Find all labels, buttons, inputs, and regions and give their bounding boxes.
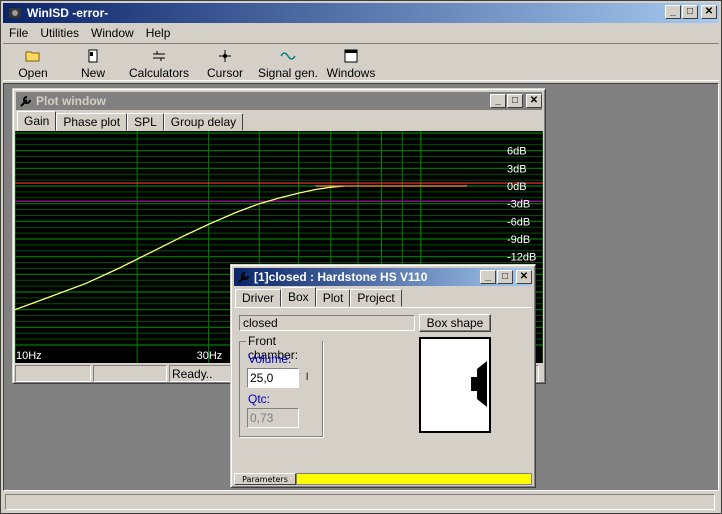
menu-window[interactable]: Window	[85, 26, 140, 40]
volume-input[interactable]: 25,0	[247, 368, 299, 388]
tab-box[interactable]: Box	[281, 287, 316, 307]
plot-tabs: Gain Phase plot SPL Group delay	[17, 111, 244, 131]
app-titlebar[interactable]: WinISD -error- _ □ ✕	[3, 3, 719, 23]
menubar: File Utilities Window Help	[3, 24, 176, 42]
app-title: WinISD -error-	[27, 6, 109, 20]
calculators-label: Calculators	[128, 66, 190, 80]
x-tick-label: 10Hz	[16, 350, 42, 362]
new-document-icon	[88, 49, 98, 63]
maximize-icon: □	[511, 95, 519, 106]
box-maximize-button[interactable]: □	[497, 270, 513, 284]
box-type-field[interactable]: closed	[239, 315, 415, 331]
open-button[interactable]: Open	[3, 44, 63, 80]
new-button[interactable]: New	[63, 44, 123, 80]
windows-button[interactable]: Windows	[321, 44, 381, 80]
tab-spl[interactable]: SPL	[127, 113, 164, 131]
wrench-icon	[238, 272, 249, 283]
box-shape-preview	[419, 337, 491, 433]
box-window: [1]closed : Hardstone HS V110 _ □ ✕ Driv…	[230, 264, 536, 488]
menu-help[interactable]: Help	[140, 26, 177, 40]
tab-plot[interactable]: Plot	[315, 289, 351, 307]
app-status-panel	[5, 494, 715, 510]
box-tabs: Driver Box Plot Project	[235, 287, 402, 307]
plot-maximize-button[interactable]: □	[507, 94, 523, 108]
x-tick-label: 30Hz	[197, 350, 223, 362]
y-tick-label: -3dB	[507, 199, 530, 211]
y-tick-label: -9dB	[507, 234, 530, 246]
plot-close-button[interactable]: ✕	[526, 94, 542, 108]
folder-icon	[25, 51, 40, 62]
signal-icon	[280, 52, 296, 60]
volume-label: Volume:	[248, 352, 292, 366]
maximize-icon: □	[501, 271, 509, 282]
windows-label: Windows	[326, 66, 376, 80]
box-close-button[interactable]: ✕	[516, 270, 532, 284]
signal-gen-button[interactable]: Signal gen.	[255, 44, 321, 80]
volume-unit: l	[306, 372, 309, 383]
tab-driver[interactable]: Driver	[235, 289, 281, 307]
y-tick-label: 0dB	[507, 181, 527, 193]
plot-status-panel-1	[15, 365, 91, 382]
box-shape-button[interactable]: Box shape	[419, 314, 491, 332]
front-chamber-group: Front chamber: Volume: 25,0 l Qtc: 0,73	[239, 334, 323, 437]
qtc-label: Qtc:	[248, 392, 271, 406]
crosshair-icon	[219, 50, 231, 62]
box-bottom-bar: Parameters	[234, 473, 532, 485]
parameters-tab[interactable]: Parameters	[234, 473, 296, 485]
maximize-button[interactable]: □	[682, 5, 698, 19]
minimize-icon: _	[485, 271, 491, 282]
plot-window-title: Plot window	[36, 94, 106, 108]
mdi-workspace: Plot window _ □ ✕ Gain Phase plot SPL Gr…	[3, 83, 719, 491]
close-icon: ✕	[529, 95, 539, 106]
speaker-driver-icon	[471, 361, 487, 407]
y-tick-label: 6dB	[507, 146, 527, 158]
plot-status-panel-2	[93, 365, 167, 382]
y-tick-label: 3dB	[507, 163, 527, 175]
wrench-icon	[20, 96, 31, 107]
signal-gen-label: Signal gen.	[257, 66, 319, 80]
windows-icon	[344, 49, 358, 63]
tab-project[interactable]: Project	[350, 289, 402, 307]
qtc-field: 0,73	[247, 408, 299, 428]
tab-gain[interactable]: Gain	[17, 111, 57, 131]
app-statusbar	[3, 493, 719, 511]
toolbar: Open New Calculators Cursor Signal gen. …	[3, 43, 719, 81]
box-window-title: [1]closed : Hardstone HS V110	[254, 270, 428, 284]
y-tick-label: -12dB	[507, 252, 536, 264]
maximize-icon: □	[686, 6, 694, 17]
open-label: Open	[18, 66, 48, 80]
close-icon: ✕	[704, 6, 714, 17]
calculator-icon	[153, 51, 165, 61]
close-icon: ✕	[519, 271, 529, 282]
new-label: New	[80, 66, 105, 80]
calculators-button[interactable]: Calculators	[123, 44, 195, 80]
plot-minimize-button[interactable]: _	[490, 94, 506, 108]
minimize-icon: _	[670, 6, 676, 17]
plot-window-titlebar[interactable]: Plot window	[16, 92, 542, 110]
speaker-app-icon	[9, 8, 21, 18]
box-minimize-button[interactable]: _	[480, 270, 496, 284]
cursor-label: Cursor	[206, 66, 243, 80]
cursor-button[interactable]: Cursor	[195, 44, 255, 80]
menu-file[interactable]: File	[3, 26, 34, 40]
minimize-button[interactable]: _	[665, 5, 681, 19]
y-tick-label: -6dB	[507, 216, 530, 228]
minimize-icon: _	[495, 95, 501, 106]
winisd-app: WinISD -error- _ □ ✕ File Utilities Wind…	[0, 0, 722, 514]
menu-utilities[interactable]: Utilities	[34, 26, 85, 40]
parameters-status-bar	[296, 473, 532, 485]
close-button[interactable]: ✕	[701, 5, 717, 19]
tab-group-delay[interactable]: Group delay	[163, 113, 244, 131]
tab-phase-plot[interactable]: Phase plot	[56, 113, 128, 131]
